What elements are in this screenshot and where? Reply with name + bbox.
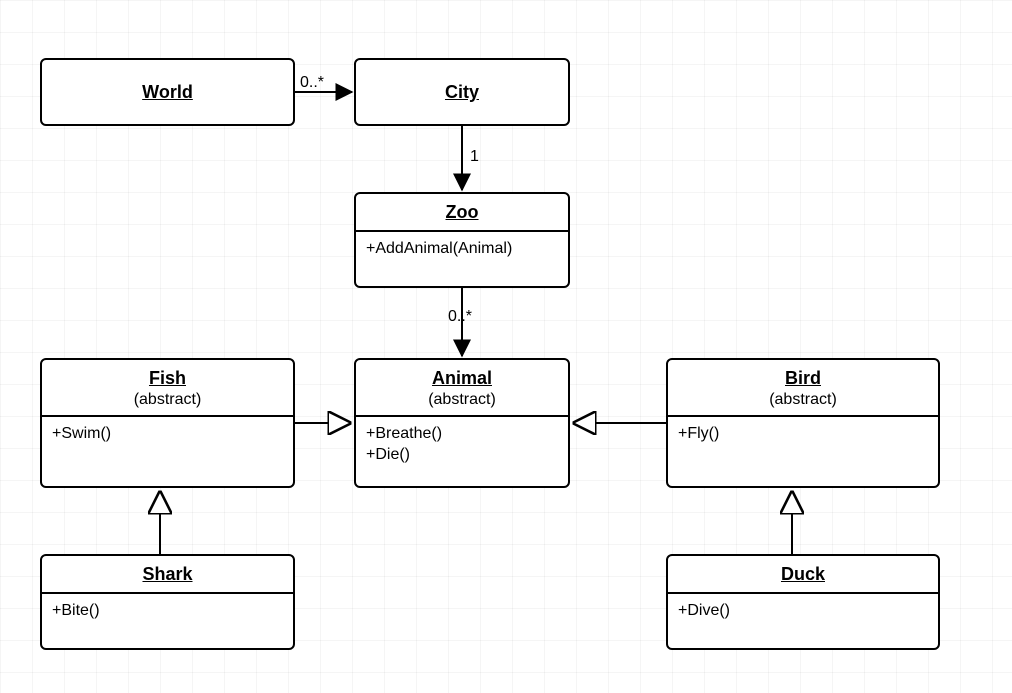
op-bird-fly: +Fly(): [678, 423, 928, 445]
diagram-canvas: World City Zoo +AddAnimal(Animal) Animal…: [0, 0, 1012, 693]
class-fish[interactable]: Fish (abstract) +Swim(): [40, 358, 295, 488]
class-shark-ops: +Bite(): [42, 594, 293, 630]
class-world[interactable]: World: [40, 58, 295, 126]
class-fish-stereo: (abstract): [48, 390, 287, 409]
class-shark-name: Shark: [142, 564, 192, 584]
class-animal-stereo: (abstract): [362, 390, 562, 409]
class-animal-ops: +Breathe() +Die(): [356, 417, 568, 474]
op-duck-dive: +Dive(): [678, 600, 928, 622]
op-zoo-addanimal: +AddAnimal(Animal): [366, 238, 558, 260]
class-city[interactable]: City: [354, 58, 570, 126]
class-city-name: City: [445, 82, 479, 104]
class-animal[interactable]: Animal (abstract) +Breathe() +Die(): [354, 358, 570, 488]
op-fish-swim: +Swim(): [52, 423, 283, 445]
class-duck-ops: +Dive(): [668, 594, 938, 630]
class-zoo-ops: +AddAnimal(Animal): [356, 232, 568, 268]
class-zoo-name: Zoo: [446, 202, 479, 222]
label-city-zoo: 1: [470, 148, 479, 166]
class-bird-ops: +Fly(): [668, 417, 938, 453]
class-duck-name: Duck: [781, 564, 825, 584]
class-world-name: World: [142, 82, 193, 104]
class-animal-name: Animal: [362, 368, 562, 390]
class-bird-stereo: (abstract): [674, 390, 932, 409]
class-zoo[interactable]: Zoo +AddAnimal(Animal): [354, 192, 570, 288]
class-fish-name: Fish: [48, 368, 287, 390]
op-animal-breathe: +Breathe(): [366, 423, 558, 445]
class-duck[interactable]: Duck +Dive(): [666, 554, 940, 650]
class-bird-name: Bird: [674, 368, 932, 390]
label-zoo-animal: 0..*: [448, 308, 472, 326]
class-bird[interactable]: Bird (abstract) +Fly(): [666, 358, 940, 488]
class-fish-ops: +Swim(): [42, 417, 293, 453]
class-shark[interactable]: Shark +Bite(): [40, 554, 295, 650]
op-shark-bite: +Bite(): [52, 600, 283, 622]
op-animal-die: +Die(): [366, 444, 558, 466]
label-world-city: 0..*: [300, 74, 324, 92]
